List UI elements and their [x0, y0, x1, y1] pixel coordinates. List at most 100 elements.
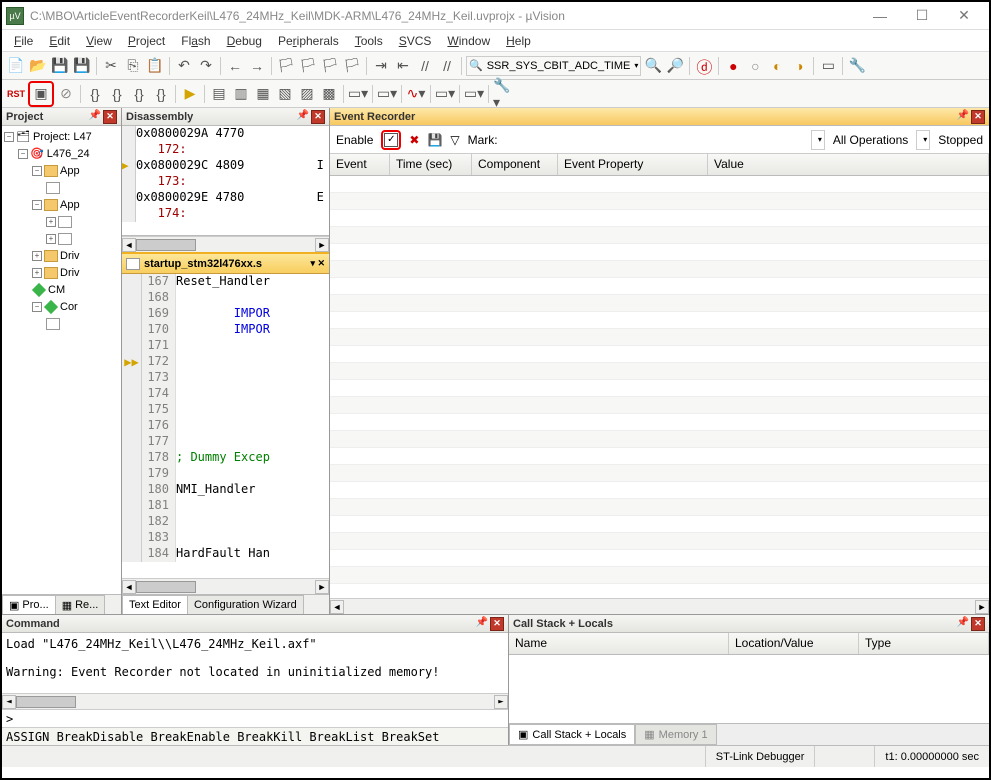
save-icon[interactable]: 💾	[427, 133, 442, 147]
callstack-body[interactable]	[509, 655, 989, 723]
event-recorder-grid[interactable]	[330, 176, 989, 598]
show-next-icon[interactable]: ▶	[180, 84, 200, 104]
config-icon[interactable]: 🔧	[847, 56, 867, 76]
code-file-tab[interactable]: startup_stm32l476xx.s ▾ ✕	[122, 252, 329, 274]
close-button[interactable]: ✕	[943, 3, 985, 29]
analysis-window-icon[interactable]: ∿▾	[406, 84, 426, 104]
pin-icon[interactable]: 📌	[957, 617, 969, 631]
step-icon[interactable]: {}	[85, 84, 105, 104]
code-hscroll[interactable]: ◄►	[122, 578, 329, 594]
menu-project[interactable]: Project	[120, 32, 173, 50]
undo-icon[interactable]: ↶	[174, 56, 194, 76]
system-viewer-icon[interactable]: ▭▾	[464, 84, 484, 104]
tab-text-editor[interactable]: Text Editor	[122, 595, 188, 614]
reset-button[interactable]: RST	[6, 84, 26, 104]
save-icon[interactable]: 💾	[50, 56, 70, 76]
debug-icon[interactable]: ⓓ	[694, 56, 714, 76]
memory-window-icon[interactable]: ▭▾	[348, 84, 368, 104]
redo-icon[interactable]: ↷	[196, 56, 216, 76]
col-location[interactable]: Location/Value	[729, 633, 859, 654]
maximize-button[interactable]: ☐	[901, 3, 943, 29]
close-icon[interactable]: ✕	[311, 110, 325, 124]
new-file-icon[interactable]: 📄	[6, 56, 26, 76]
disasm-window-icon[interactable]: ▥	[231, 84, 251, 104]
col-time[interactable]: Time (sec)	[390, 154, 472, 175]
cut-icon[interactable]: ✂	[101, 56, 121, 76]
menu-window[interactable]: Window	[439, 32, 498, 50]
close-icon[interactable]: ✕	[103, 110, 117, 124]
disasm-hscroll[interactable]: ◄►	[122, 236, 329, 252]
outdent-icon[interactable]: ⇤	[393, 56, 413, 76]
step-out-icon[interactable]: {}	[129, 84, 149, 104]
comment-icon[interactable]: //	[415, 56, 435, 76]
breakpoint-insert-icon[interactable]: ●	[723, 56, 743, 76]
pin-icon[interactable]: 📌	[476, 617, 488, 631]
menu-debug[interactable]: Debug	[219, 32, 270, 50]
pin-icon[interactable]: 📌	[957, 110, 969, 124]
tab-project[interactable]: ▣Pro...	[2, 595, 56, 614]
breakpoint-toggle-icon[interactable]: ○	[745, 56, 765, 76]
window-icon[interactable]: ▭	[818, 56, 838, 76]
find-dropdown[interactable]: 🔍SSR_SYS_CBIT_ADC_TIME▾	[466, 56, 641, 76]
clear-icon[interactable]: ✖	[409, 133, 419, 147]
col-event-property[interactable]: Event Property	[558, 154, 708, 175]
trace-window-icon[interactable]: ▭▾	[435, 84, 455, 104]
symbols-window-icon[interactable]: ▦	[253, 84, 273, 104]
close-icon[interactable]: ✕	[971, 617, 985, 631]
close-icon[interactable]: ✕	[971, 110, 985, 124]
callstack-window-icon[interactable]: ▨	[297, 84, 317, 104]
toolbox-icon[interactable]: 🔧▾	[493, 84, 513, 104]
bookmark-clear-icon[interactable]: 🏳	[342, 56, 362, 76]
serial-window-icon[interactable]: ▭▾	[377, 84, 397, 104]
col-event[interactable]: Event	[330, 154, 390, 175]
pin-icon[interactable]: 📌	[89, 110, 101, 124]
operations-dropdown[interactable]: ▾	[811, 130, 825, 150]
copy-icon[interactable]: ⎘	[123, 56, 143, 76]
close-icon[interactable]: ✕	[490, 617, 504, 631]
menu-edit[interactable]: Edit	[41, 32, 78, 50]
enable-checkbox[interactable]: ✓	[384, 133, 398, 147]
open-icon[interactable]: 📂	[28, 56, 48, 76]
code-editor[interactable]: 167Reset_Handler168169 IMPOR170 IMPOR171…	[122, 274, 329, 578]
menu-tools[interactable]: Tools	[347, 32, 391, 50]
tab-config-wizard[interactable]: Configuration Wizard	[187, 595, 304, 614]
col-component[interactable]: Component	[472, 154, 558, 175]
state-dropdown[interactable]: ▾	[916, 130, 930, 150]
breakpoint-disable-icon[interactable]: ◐	[767, 56, 787, 76]
watch-window-icon[interactable]: ▩	[319, 84, 339, 104]
menu-help[interactable]: Help	[498, 32, 539, 50]
nav-fwd-icon[interactable]: →	[247, 56, 267, 76]
breakpoint-kill-icon[interactable]: ◑	[789, 56, 809, 76]
indent-icon[interactable]: ⇥	[371, 56, 391, 76]
bookmark-prev-icon[interactable]: 🏳	[298, 56, 318, 76]
menu-flash[interactable]: Flash	[173, 32, 218, 50]
tab-registers[interactable]: ▦Re...	[55, 595, 106, 614]
col-name[interactable]: Name	[509, 633, 729, 654]
paste-icon[interactable]: 📋	[145, 56, 165, 76]
save-all-icon[interactable]: 💾	[72, 56, 92, 76]
pin-icon[interactable]: 📌	[297, 110, 309, 124]
step-over-icon[interactable]: {}	[107, 84, 127, 104]
run-to-cursor-icon[interactable]: {}	[151, 84, 171, 104]
command-window-icon[interactable]: ▤	[209, 84, 229, 104]
menu-svcs[interactable]: SVCS	[391, 32, 440, 50]
bookmark-next-icon[interactable]: 🏳	[320, 56, 340, 76]
bookmark-icon[interactable]: 🏳	[276, 56, 296, 76]
col-type[interactable]: Type	[859, 633, 989, 654]
menu-peripherals[interactable]: Peripherals	[270, 32, 347, 50]
registers-window-icon[interactable]: ▧	[275, 84, 295, 104]
tab-memory1[interactable]: ▦Memory 1	[635, 724, 716, 745]
nav-back-icon[interactable]: ←	[225, 56, 245, 76]
stop-button[interactable]: ⊘	[56, 84, 76, 104]
filter-icon[interactable]: ▽	[450, 133, 459, 147]
find-prev-icon[interactable]: 🔍	[643, 56, 663, 76]
project-tree[interactable]: −🗂 Project: L47 −🎯 L476_24 −App −App + +…	[2, 126, 121, 594]
run-button[interactable]: ▣	[31, 84, 51, 104]
menu-file[interactable]: File	[6, 32, 41, 50]
event-recorder-hscroll[interactable]: ◄►	[330, 598, 989, 614]
disassembly-view[interactable]: 0x0800029A 4770 172:▶0x0800029C 4809 I 1…	[122, 126, 329, 236]
command-output[interactable]: Load "L476_24MHz_Keil\\L476_24MHz_Keil.a…	[2, 633, 508, 709]
minimize-button[interactable]: —	[859, 3, 901, 29]
uncomment-icon[interactable]: //	[437, 56, 457, 76]
col-value[interactable]: Value	[708, 154, 989, 175]
